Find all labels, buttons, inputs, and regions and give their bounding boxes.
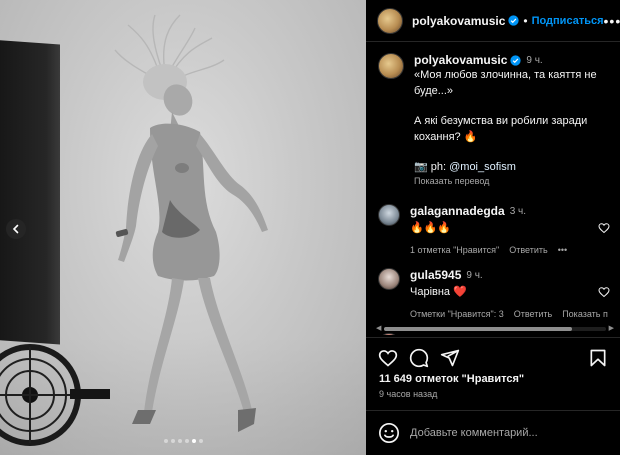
comment-time: 9 ч. bbox=[466, 269, 483, 281]
photographer-link[interactable]: @moi_sofism bbox=[449, 161, 516, 173]
comment-input[interactable] bbox=[410, 427, 580, 439]
separator-dot: • bbox=[523, 13, 528, 28]
heart-icon[interactable] bbox=[378, 348, 398, 368]
post-timestamp[interactable]: 9 часов назад bbox=[379, 389, 437, 399]
comment-username[interactable]: galagannadegda bbox=[410, 204, 505, 218]
carousel-dot bbox=[170, 439, 175, 443]
author-username[interactable]: polyakovamusic bbox=[412, 14, 505, 28]
credit-prefix: 📷 ph: bbox=[414, 161, 450, 173]
scroll-left-arrow-icon[interactable]: ◀ bbox=[376, 325, 381, 332]
caption-credit: 📷 ph: @moi_sofism bbox=[414, 159, 608, 175]
follow-button[interactable]: Подписаться bbox=[532, 15, 604, 27]
comment-item-partial bbox=[366, 333, 620, 335]
comment-username[interactable]: gula5945 bbox=[410, 268, 461, 282]
bookmark-icon[interactable] bbox=[588, 348, 608, 368]
author-avatar[interactable] bbox=[378, 53, 404, 79]
verified-badge-icon bbox=[510, 54, 522, 66]
author-avatar[interactable] bbox=[377, 7, 403, 34]
carousel-dot-active bbox=[191, 439, 196, 443]
post-caption: polyakovamusic 9 ч. «Моя любов злочинна,… bbox=[366, 53, 620, 186]
carousel-dot bbox=[177, 439, 182, 443]
comment-time: 3 ч. bbox=[509, 205, 527, 217]
post-panel: polyakovamusic • Подписаться ••• polyako… bbox=[366, 0, 620, 455]
share-icon[interactable] bbox=[440, 348, 460, 368]
carousel-dot bbox=[184, 439, 189, 443]
like-comment-heart-icon[interactable] bbox=[598, 222, 610, 234]
comment-likes-count[interactable]: Отметки "Нравится": 3 bbox=[410, 309, 504, 319]
carousel-dot bbox=[198, 439, 203, 443]
commenter-avatar[interactable] bbox=[378, 268, 400, 290]
more-horizontal-icon[interactable]: ••• bbox=[604, 13, 620, 29]
carousel-prev-button[interactable] bbox=[6, 219, 26, 239]
translate-link[interactable]: Показать п bbox=[562, 309, 608, 319]
comment-item: gula5945 9 ч. Чарівна ❤️ Отметки "Нравит… bbox=[366, 268, 620, 319]
comment-likes-count[interactable]: 1 отметка "Нравится" bbox=[410, 245, 499, 255]
commenter-avatar[interactable] bbox=[378, 204, 400, 226]
verified-badge-icon bbox=[508, 15, 520, 26]
commenter-avatar[interactable] bbox=[378, 333, 400, 335]
caption-line-2: А які безумства ви робили заради кохання… bbox=[414, 115, 588, 143]
emoji-icon[interactable] bbox=[378, 422, 400, 444]
chevron-left-icon bbox=[12, 224, 19, 234]
add-comment-bar bbox=[366, 410, 620, 455]
caption-username[interactable]: polyakovamusic bbox=[414, 53, 507, 67]
horizontal-scrollbar[interactable]: ◀ ▶ bbox=[376, 325, 614, 332]
scrollbar-thumb[interactable] bbox=[384, 327, 572, 331]
carousel-dot bbox=[163, 439, 168, 443]
like-comment-heart-icon[interactable] bbox=[598, 286, 610, 298]
caption-line-1: «Моя любов злочинна, та каяття не буде..… bbox=[414, 69, 597, 97]
post-header: polyakovamusic • Подписаться ••• bbox=[366, 0, 620, 42]
reply-button[interactable]: Ответить bbox=[509, 245, 547, 255]
post-photo[interactable] bbox=[0, 0, 366, 455]
comments-list[interactable]: polyakovamusic 9 ч. «Моя любов злочинна,… bbox=[366, 43, 620, 335]
caption-time: 9 ч. bbox=[526, 54, 543, 66]
photo-subject bbox=[0, 14, 268, 446]
comment-item: galagannadegda 3 ч. 🔥🔥🔥 1 отметка "Нрави… bbox=[366, 204, 620, 255]
scroll-right-arrow-icon[interactable]: ▶ bbox=[609, 325, 614, 332]
translate-link[interactable]: Показать перевод bbox=[414, 176, 608, 186]
comment-icon[interactable] bbox=[409, 348, 429, 368]
comment-text: 🔥🔥🔥 bbox=[410, 222, 452, 234]
reply-button[interactable]: Ответить bbox=[514, 309, 552, 319]
more-horizontal-icon[interactable]: ••• bbox=[558, 245, 567, 255]
likes-count[interactable]: 11 649 отметок "Нравится" bbox=[379, 373, 524, 385]
carousel-indicator bbox=[0, 439, 366, 443]
comment-text: Чарівна ❤️ bbox=[410, 286, 467, 298]
post-actions bbox=[366, 337, 620, 375]
